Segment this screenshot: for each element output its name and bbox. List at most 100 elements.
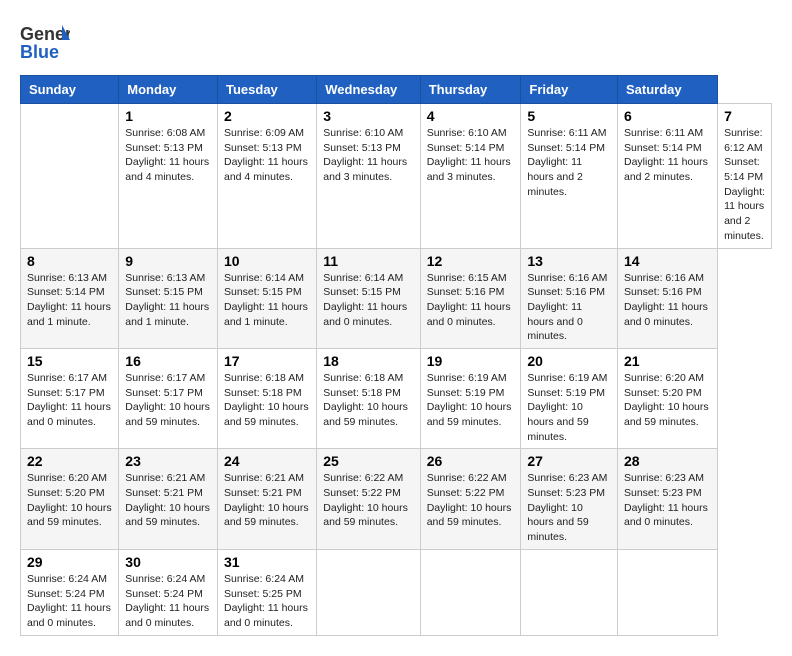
calendar-cell: 12 Sunrise: 6:15 AMSunset: 5:16 PMDayligh… [420,248,521,348]
day-info: Sunrise: 6:08 AMSunset: 5:13 PMDaylight:… [125,126,211,185]
calendar-cell: 10Sunrise: 6:14 AMSunset: 5:15 PMDayligh… [218,248,317,348]
calendar-cell: 6 Sunrise: 6:11 AMSunset: 5:14 PMDaylight… [618,104,718,249]
day-number: 11 [323,253,413,269]
day-info: Sunrise: 6:12 AMSunset: 5:14 PMDaylight:… [724,126,765,244]
column-header-monday: Monday [119,76,218,104]
day-info: Sunrise: 6:19 AMSunset: 5:19 PMDaylight:… [427,371,515,430]
day-number: 18 [323,353,413,369]
calendar-cell: 13 Sunrise: 6:16 AMSunset: 5:16 PMDayligh… [521,248,618,348]
calendar-cell: 20 Sunrise: 6:19 AMSunset: 5:19 PMDayligh… [521,348,618,448]
day-number: 13 [527,253,611,269]
day-number: 31 [224,554,310,570]
day-number: 17 [224,353,310,369]
calendar-cell: 29Sunrise: 6:24 AMSunset: 5:24 PMDayligh… [21,549,119,635]
day-number: 15 [27,353,112,369]
column-header-saturday: Saturday [618,76,718,104]
calendar-cell: 7 Sunrise: 6:12 AMSunset: 5:14 PMDaylight… [718,104,772,249]
day-info: Sunrise: 6:20 AMSunset: 5:20 PMDaylight:… [624,371,711,430]
day-info: Sunrise: 6:11 AMSunset: 5:14 PMDaylight:… [624,126,711,185]
column-header-sunday: Sunday [21,76,119,104]
calendar-cell: 23Sunrise: 6:21 AMSunset: 5:21 PMDayligh… [119,449,218,549]
calendar-cell [618,549,718,635]
calendar-cell: 26Sunrise: 6:22 AMSunset: 5:22 PMDayligh… [420,449,521,549]
calendar-cell [21,104,119,249]
day-number: 21 [624,353,711,369]
calendar-cell: 14Sunrise: 6:16 AMSunset: 5:16 PMDayligh… [618,248,718,348]
day-info: Sunrise: 6:11 AMSunset: 5:14 PMDaylight:… [527,126,611,199]
day-info: Sunrise: 6:10 AMSunset: 5:13 PMDaylight:… [323,126,413,185]
day-info: Sunrise: 6:16 AMSunset: 5:16 PMDaylight:… [527,271,611,344]
calendar-cell [420,549,521,635]
calendar-cell: 21 Sunrise: 6:20 AMSunset: 5:20 PMDayligh… [618,348,718,448]
calendar-cell: 19 Sunrise: 6:19 AMSunset: 5:19 PMDayligh… [420,348,521,448]
day-number: 1 [125,108,211,124]
day-number: 6 [624,108,711,124]
calendar-cell: 4 Sunrise: 6:10 AMSunset: 5:14 PMDaylight… [420,104,521,249]
calendar-week-1: 1 Sunrise: 6:08 AMSunset: 5:13 PMDaylight… [21,104,772,249]
day-info: Sunrise: 6:24 AMSunset: 5:25 PMDaylight:… [224,572,310,631]
day-info: Sunrise: 6:17 AMSunset: 5:17 PMDaylight:… [27,371,112,430]
day-info: Sunrise: 6:22 AMSunset: 5:22 PMDaylight:… [323,471,413,530]
calendar-cell: 25Sunrise: 6:22 AMSunset: 5:22 PMDayligh… [317,449,420,549]
day-info: Sunrise: 6:14 AMSunset: 5:15 PMDaylight:… [224,271,310,330]
day-number: 20 [527,353,611,369]
calendar-cell: 18 Sunrise: 6:18 AMSunset: 5:18 PMDayligh… [317,348,420,448]
svg-text:Blue: Blue [20,42,59,62]
day-info: Sunrise: 6:18 AMSunset: 5:18 PMDaylight:… [224,371,310,430]
calendar-cell: 28 Sunrise: 6:23 AMSunset: 5:23 PMDayligh… [618,449,718,549]
day-info: Sunrise: 6:19 AMSunset: 5:19 PMDaylight:… [527,371,611,444]
day-info: Sunrise: 6:17 AMSunset: 5:17 PMDaylight:… [125,371,211,430]
calendar-cell: 2 Sunrise: 6:09 AMSunset: 5:13 PMDaylight… [218,104,317,249]
day-number: 12 [427,253,515,269]
day-info: Sunrise: 6:15 AMSunset: 5:16 PMDaylight:… [427,271,515,330]
day-number: 19 [427,353,515,369]
day-number: 9 [125,253,211,269]
calendar-cell: 1 Sunrise: 6:08 AMSunset: 5:13 PMDaylight… [119,104,218,249]
day-number: 8 [27,253,112,269]
calendar-cell: 27Sunrise: 6:23 AMSunset: 5:23 PMDayligh… [521,449,618,549]
calendar-cell: 11 Sunrise: 6:14 AMSunset: 5:15 PMDayligh… [317,248,420,348]
day-number: 3 [323,108,413,124]
logo: General Blue [20,20,72,65]
calendar-cell: 24 Sunrise: 6:21 AMSunset: 5:21 PMDayligh… [218,449,317,549]
day-info: Sunrise: 6:09 AMSunset: 5:13 PMDaylight:… [224,126,310,185]
day-info: Sunrise: 6:16 AMSunset: 5:16 PMDaylight:… [624,271,711,330]
day-info: Sunrise: 6:18 AMSunset: 5:18 PMDaylight:… [323,371,413,430]
day-number: 2 [224,108,310,124]
calendar-week-2: 8Sunrise: 6:13 AMSunset: 5:14 PMDaylight… [21,248,772,348]
day-info: Sunrise: 6:24 AMSunset: 5:24 PMDaylight:… [125,572,211,631]
day-info: Sunrise: 6:23 AMSunset: 5:23 PMDaylight:… [624,471,711,530]
day-number: 30 [125,554,211,570]
calendar-cell: 30 Sunrise: 6:24 AMSunset: 5:24 PMDayligh… [119,549,218,635]
calendar-cell [317,549,420,635]
day-info: Sunrise: 6:10 AMSunset: 5:14 PMDaylight:… [427,126,515,185]
column-header-thursday: Thursday [420,76,521,104]
calendar-cell: 17 Sunrise: 6:18 AMSunset: 5:18 PMDayligh… [218,348,317,448]
day-number: 26 [427,453,515,469]
calendar-cell: 16 Sunrise: 6:17 AMSunset: 5:17 PMDayligh… [119,348,218,448]
day-number: 22 [27,453,112,469]
day-number: 7 [724,108,765,124]
day-info: Sunrise: 6:13 AMSunset: 5:15 PMDaylight:… [125,271,211,330]
calendar-cell: 5 Sunrise: 6:11 AMSunset: 5:14 PMDaylight… [521,104,618,249]
column-header-wednesday: Wednesday [317,76,420,104]
calendar-header-row: SundayMondayTuesdayWednesdayThursdayFrid… [21,76,772,104]
column-header-tuesday: Tuesday [218,76,317,104]
column-header-friday: Friday [521,76,618,104]
day-info: Sunrise: 6:14 AMSunset: 5:15 PMDaylight:… [323,271,413,330]
day-number: 28 [624,453,711,469]
day-number: 24 [224,453,310,469]
calendar-cell: 31 Sunrise: 6:24 AMSunset: 5:25 PMDayligh… [218,549,317,635]
day-number: 23 [125,453,211,469]
day-number: 16 [125,353,211,369]
calendar-cell: 22Sunrise: 6:20 AMSunset: 5:20 PMDayligh… [21,449,119,549]
calendar-table: SundayMondayTuesdayWednesdayThursdayFrid… [20,75,772,636]
day-number: 5 [527,108,611,124]
calendar-cell: 15 Sunrise: 6:17 AMSunset: 5:17 PMDayligh… [21,348,119,448]
day-info: Sunrise: 6:21 AMSunset: 5:21 PMDaylight:… [224,471,310,530]
calendar-cell: 3 Sunrise: 6:10 AMSunset: 5:13 PMDaylight… [317,104,420,249]
calendar-cell [521,549,618,635]
day-number: 29 [27,554,112,570]
day-info: Sunrise: 6:23 AMSunset: 5:23 PMDaylight:… [527,471,611,544]
day-number: 4 [427,108,515,124]
